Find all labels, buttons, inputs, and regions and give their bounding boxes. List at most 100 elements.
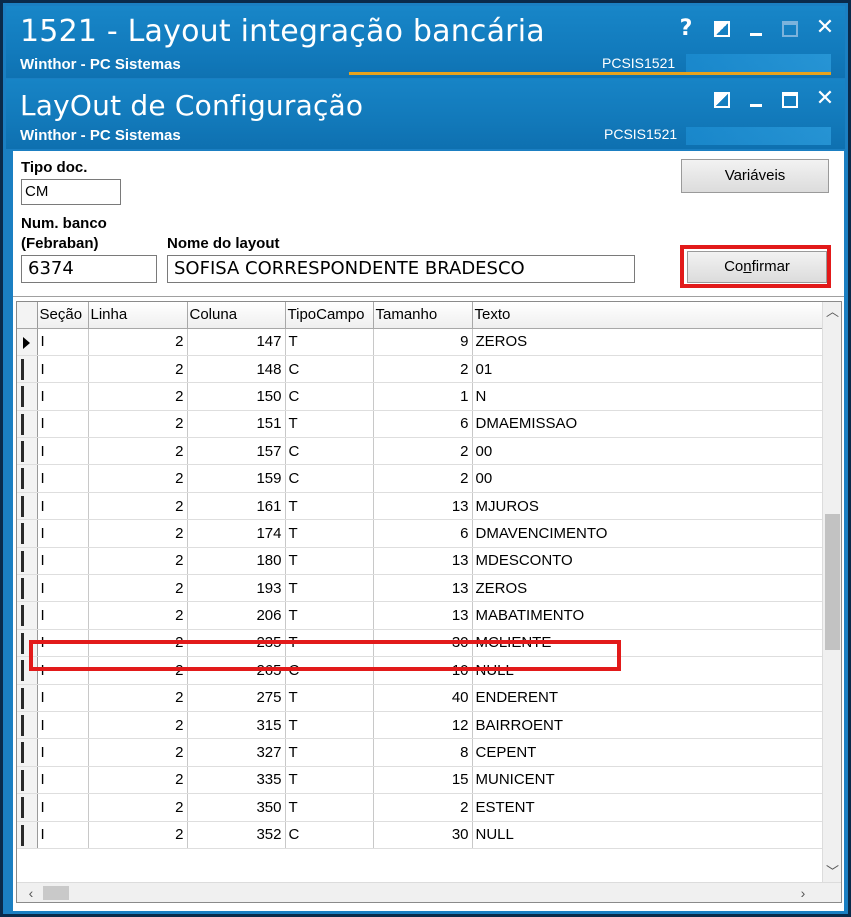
scroll-down-icon[interactable]: ﹀	[823, 862, 841, 882]
table-cell[interactable]: 12	[373, 711, 473, 740]
row-selector[interactable]	[17, 492, 38, 521]
table-cell[interactable]: I	[37, 355, 89, 384]
table-cell[interactable]: I	[37, 574, 89, 603]
table-cell[interactable]: 157	[187, 437, 286, 466]
table-cell[interactable]: T	[285, 711, 374, 740]
scroll-left-icon[interactable]: ‹	[21, 883, 41, 902]
table-cell[interactable]: 13	[373, 601, 473, 630]
table-cell[interactable]: T	[285, 793, 374, 822]
table-cell[interactable]: T	[285, 601, 374, 630]
table-cell[interactable]: 2	[88, 574, 188, 603]
row-selector[interactable]	[17, 547, 38, 576]
table-row[interactable]: I 2 335 T 15 MUNICENT	[17, 766, 825, 795]
table-cell[interactable]: 2	[88, 492, 188, 521]
table-cell[interactable]: 2	[88, 711, 188, 740]
table-cell[interactable]: 350	[187, 793, 286, 822]
table-cell[interactable]: T	[285, 766, 374, 795]
table-cell[interactable]: 2	[88, 684, 188, 712]
table-cell[interactable]: 275	[187, 684, 286, 712]
row-selector[interactable]	[17, 574, 38, 603]
table-cell[interactable]: C	[285, 437, 374, 466]
table-cell[interactable]: I	[37, 547, 89, 576]
table-cell[interactable]: I	[37, 766, 89, 795]
table-cell[interactable]: I	[37, 437, 89, 466]
table-cell[interactable]: 315	[187, 711, 286, 740]
table-cell[interactable]: T	[285, 328, 374, 356]
table-cell[interactable]: 235	[187, 629, 286, 658]
table-cell[interactable]: T	[285, 574, 374, 603]
table-row[interactable]: I 2 315 T 12 BAIRROENT	[17, 711, 825, 740]
column-header[interactable]: TipoCampo	[285, 302, 374, 329]
row-selector[interactable]	[17, 437, 38, 466]
table-row[interactable]: I 2 180 T 13 MDESCONTO	[17, 547, 825, 576]
table-cell[interactable]: 2	[88, 437, 188, 466]
table-cell[interactable]: 00	[472, 437, 825, 466]
table-row[interactable]: I 2 174 T 6 DMAVENCIMENTO	[17, 519, 825, 548]
table-row[interactable]: I 2 161 T 13 MJUROS	[17, 492, 825, 521]
column-header[interactable]: Tamanho	[373, 302, 473, 329]
table-cell[interactable]: 2	[88, 601, 188, 630]
scroll-up-icon[interactable]: ︿	[823, 302, 841, 322]
table-cell[interactable]: ENDERENT	[472, 684, 825, 712]
restore-icon[interactable]	[707, 14, 737, 44]
table-cell[interactable]: I	[37, 492, 89, 521]
table-cell[interactable]: I	[37, 382, 89, 411]
table-cell[interactable]: 10	[373, 656, 473, 685]
maximize-icon[interactable]	[775, 14, 805, 44]
table-row[interactable]: I 2 147 T 9 ZEROS	[17, 328, 825, 356]
row-selector[interactable]	[17, 410, 38, 439]
table-cell[interactable]: 161	[187, 492, 286, 521]
table-cell[interactable]: C	[285, 355, 374, 384]
restore-icon[interactable]	[707, 85, 737, 115]
table-cell[interactable]: 8	[373, 738, 473, 767]
close-icon[interactable]: ✕	[810, 84, 840, 114]
row-selector[interactable]	[17, 355, 38, 384]
table-cell[interactable]: MCLIENTE	[472, 629, 825, 658]
table-cell[interactable]: 6	[373, 410, 473, 439]
row-selector[interactable]	[17, 629, 38, 658]
num-banco-field[interactable]: 6374	[21, 255, 157, 283]
table-row[interactable]: I 2 151 T 6 DMAEMISSAO	[17, 410, 825, 439]
tipo-doc-field[interactable]: CM	[21, 179, 121, 205]
table-cell[interactable]: 00	[472, 464, 825, 493]
scroll-thumb[interactable]	[825, 514, 840, 650]
row-selector[interactable]	[17, 464, 38, 493]
table-cell[interactable]: 2	[373, 464, 473, 493]
help-icon[interactable]: ?	[671, 14, 701, 44]
column-header[interactable]: Texto	[472, 302, 825, 329]
table-cell[interactable]: I	[37, 464, 89, 493]
table-row[interactable]: I 2 352 C 30 NULL	[17, 821, 825, 849]
table-cell[interactable]: 148	[187, 355, 286, 384]
table-cell[interactable]: I	[37, 821, 89, 849]
table-cell[interactable]: 174	[187, 519, 286, 548]
table-cell[interactable]: 2	[88, 410, 188, 439]
table-cell[interactable]: 265	[187, 656, 286, 685]
table-cell[interactable]: 2	[88, 629, 188, 658]
table-cell[interactable]: CEPENT	[472, 738, 825, 767]
table-cell[interactable]: ESTENT	[472, 793, 825, 822]
row-selector[interactable]	[17, 738, 38, 767]
table-row[interactable]: I 2 148 C 2 01	[17, 355, 825, 384]
table-cell[interactable]: 2	[88, 382, 188, 411]
table-cell[interactable]: 206	[187, 601, 286, 630]
table-cell[interactable]: T	[285, 629, 374, 658]
table-cell[interactable]: T	[285, 519, 374, 548]
table-cell[interactable]: 13	[373, 574, 473, 603]
table-cell[interactable]: 30	[373, 629, 473, 658]
table-row[interactable]: I 2 193 T 13 ZEROS	[17, 574, 825, 603]
table-cell[interactable]: 2	[88, 519, 188, 548]
table-cell[interactable]: ZEROS	[472, 574, 825, 603]
row-selector[interactable]	[17, 601, 38, 630]
child-titlebar[interactable]: LayOut de Configuração Winthor - PC Sist…	[6, 79, 845, 149]
table-cell[interactable]: I	[37, 601, 89, 630]
table-row[interactable]: I 2 350 T 2 ESTENT	[17, 793, 825, 822]
confirmar-button[interactable]: Confirmar	[687, 251, 827, 283]
table-row[interactable]: I 2 235 T 30 MCLIENTE	[17, 629, 825, 658]
table-cell[interactable]: I	[37, 656, 89, 685]
table-cell[interactable]: MUNICENT	[472, 766, 825, 795]
table-cell[interactable]: 147	[187, 328, 286, 356]
row-selector[interactable]	[17, 793, 38, 822]
table-cell[interactable]: 150	[187, 382, 286, 411]
close-icon[interactable]: ✕	[810, 13, 840, 43]
row-selector[interactable]	[17, 821, 38, 849]
